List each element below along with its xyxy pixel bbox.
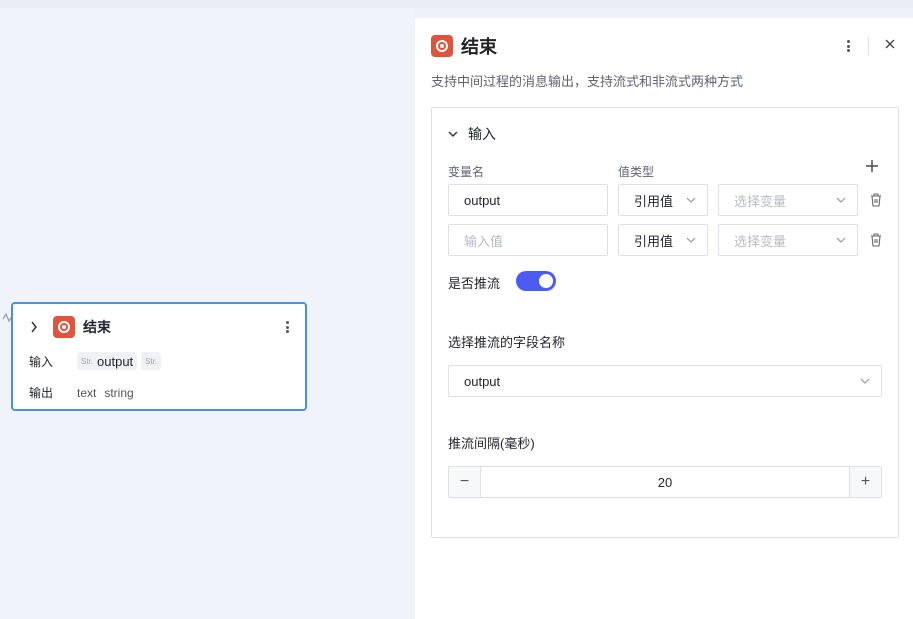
section-title: 输入 [468,126,496,142]
variable-select-placeholder: 选择变量 [734,193,787,209]
close-icon[interactable] [883,38,897,54]
chevron-down-icon [685,234,697,249]
col-header-value-type: 值类型 [618,165,655,179]
more-icon[interactable] [281,319,293,335]
chevron-down-icon[interactable] [448,130,460,138]
chevron-down-icon [685,194,697,209]
output-value: text [77,385,97,400]
var-name-input[interactable]: 输入值 [448,224,608,256]
col-header-var-name: 变量名 [448,165,485,179]
stream-toggle[interactable] [516,271,556,291]
interval-stepper: − 20 + [448,466,882,498]
chevron-down-icon [859,375,871,390]
end-node-card[interactable]: 结束 输入 Str. output Str. 输出 text string [11,302,307,411]
var-name-placeholder: 输入值 [464,233,504,249]
decrement-button[interactable]: − [449,467,481,497]
chevron-right-icon[interactable] [27,320,41,334]
var-name-input[interactable]: output [448,184,608,216]
node-output-label: 输出 [29,386,54,400]
interval-label: 推流间隔(毫秒) [448,436,535,451]
panel-title: 结束 [461,37,497,57]
toggle-knob [539,274,553,288]
variable-select[interactable]: 选择变量 [718,224,858,256]
string-type-icon: Str. [81,356,94,366]
stream-field-value: output [464,373,501,389]
node-title: 结束 [83,319,111,335]
input-chip-2: Str. [141,352,162,370]
delete-icon[interactable] [869,192,883,208]
node-config-panel: 结束 支持中间过程的消息输出，支持流式和非流式两种方式 输入 变量名 值类型 o… [415,18,913,619]
stream-field-label: 选择推流的字段名称 [448,335,566,350]
var-name-value: output [464,192,501,208]
node-input-label: 输入 [29,354,54,369]
input-section: 输入 变量名 值类型 output 引用值 选择变量 输入值 引用值 选择变量 … [431,107,899,538]
string-type-icon: Str. [145,356,158,366]
input-chip-value: output [97,353,134,369]
end-node-icon [431,35,453,57]
divider [868,37,869,55]
value-type-value: 引用值 [634,233,674,249]
value-type-select[interactable]: 引用值 [618,184,708,216]
variable-select[interactable]: 选择变量 [718,184,858,216]
increment-button[interactable]: + [849,467,881,497]
stream-field-select[interactable]: output [448,365,882,397]
chevron-down-icon [835,234,847,249]
add-variable-button[interactable] [865,158,879,176]
input-chip: Str. output [77,352,138,370]
top-strip [0,0,913,8]
node-input-row: 输入 Str. output Str. [29,352,165,370]
stream-toggle-label: 是否推流 [448,276,501,291]
chevron-down-icon [835,194,847,209]
value-type-value: 引用值 [634,193,674,209]
output-type: string [104,385,134,400]
node-output-row: 输出 text string [29,384,142,401]
end-node-icon [53,316,75,338]
section-header[interactable]: 输入 [448,124,496,144]
value-type-select[interactable]: 引用值 [618,224,708,256]
panel-more-icon[interactable] [842,38,854,54]
variable-select-placeholder: 选择变量 [734,233,787,249]
delete-icon[interactable] [869,232,883,248]
interval-value[interactable]: 20 [481,467,849,497]
panel-description: 支持中间过程的消息输出，支持流式和非流式两种方式 [431,74,744,89]
